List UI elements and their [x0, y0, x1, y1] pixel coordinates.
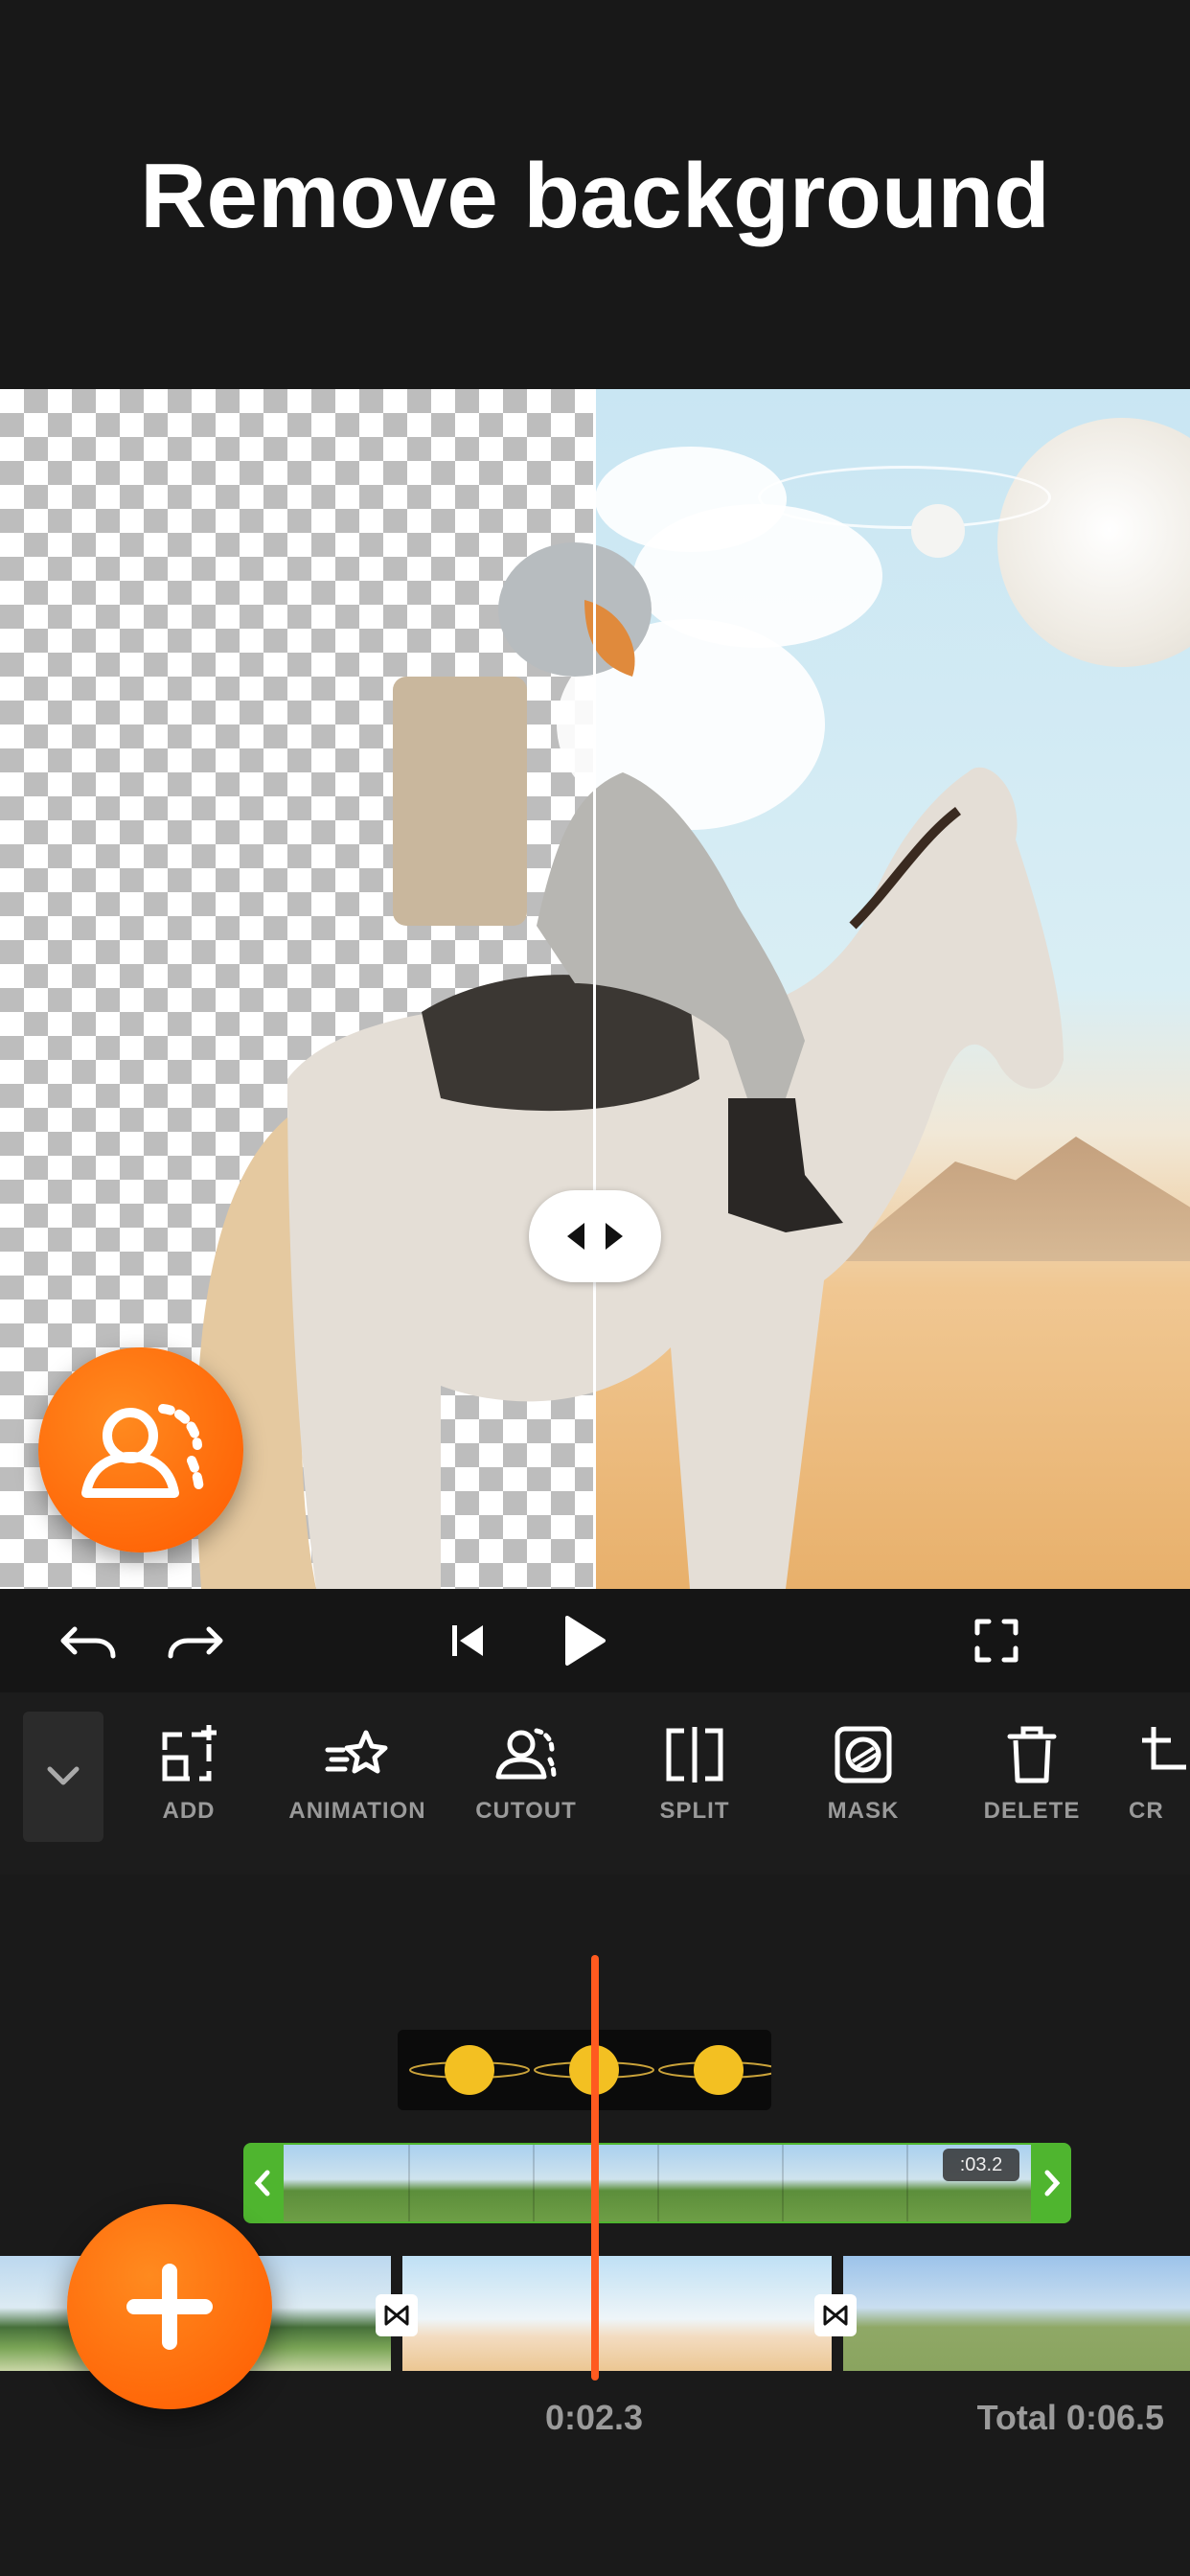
transition-bowtie-icon	[823, 2305, 848, 2326]
chevron-down-icon	[47, 1766, 80, 1785]
playback-bar	[0, 1589, 1190, 1692]
redo-button[interactable]	[157, 1612, 234, 1669]
tool-animation[interactable]: ANIMATION	[286, 1723, 429, 1825]
chevron-right-icon	[1044, 2170, 1061, 2196]
tool-label: SPLIT	[659, 1798, 730, 1824]
edit-toolbar: ADD ANIMATION CUTOUT SPLIT MASK DELETE C…	[0, 1692, 1190, 1874]
tool-label: CUTOUT	[475, 1798, 577, 1824]
undo-icon	[60, 1626, 116, 1659]
planet-sticker-thumbnails	[409, 2045, 779, 2095]
fullscreen-icon	[974, 1619, 1018, 1663]
compare-slider-handle[interactable]	[529, 1190, 661, 1282]
tool-cutout[interactable]: CUTOUT	[454, 1723, 598, 1825]
tool-label: ANIMATION	[288, 1798, 426, 1824]
tool-label: MASK	[827, 1798, 900, 1824]
tool-label: DELETE	[983, 1798, 1081, 1824]
total-duration: Total 0:06.5	[976, 2398, 1164, 2437]
arrow-left-right-icon	[567, 1223, 623, 1250]
play-button[interactable]	[544, 1608, 621, 1673]
animation-star-icon	[325, 1730, 388, 1774]
tool-mask[interactable]: MASK	[791, 1723, 935, 1825]
add-media-button[interactable]	[67, 2204, 272, 2409]
main-clip-segment[interactable]	[843, 2256, 1190, 2371]
page-title: Remove background	[140, 145, 1050, 247]
current-time: 0:02.3	[544, 2398, 644, 2437]
skip-to-start-button[interactable]	[433, 1612, 502, 1669]
cutout-person-icon	[81, 1404, 204, 1498]
plus-icon	[126, 2264, 213, 2350]
tool-add[interactable]: ADD	[117, 1723, 261, 1825]
collapse-toolbar-button[interactable]	[23, 1712, 103, 1842]
add-icon	[162, 1725, 217, 1782]
tool-delete[interactable]: DELETE	[960, 1723, 1104, 1825]
mask-icon	[835, 1726, 892, 1783]
cutout-person-icon	[495, 1728, 557, 1780]
playhead[interactable]	[591, 1955, 599, 2380]
compare-divider[interactable]	[593, 389, 596, 1589]
clip-duration-badge: :03.2	[943, 2149, 1019, 2181]
transition-button[interactable]	[376, 2294, 418, 2336]
undo-button[interactable]	[50, 1612, 126, 1669]
play-icon	[565, 1616, 606, 1666]
tool-label: ADD	[162, 1798, 216, 1824]
transition-button[interactable]	[814, 2294, 857, 2336]
fullscreen-button[interactable]	[958, 1612, 1035, 1669]
chevron-left-icon	[254, 2170, 270, 2196]
crop-icon	[1142, 1727, 1186, 1770]
skip-back-icon	[452, 1625, 483, 1656]
tool-label: CR	[1129, 1798, 1164, 1824]
main-clip-segment[interactable]	[402, 2256, 832, 2371]
tool-crop[interactable]: CR	[1129, 1723, 1190, 1825]
transition-bowtie-icon	[384, 2305, 409, 2326]
video-preview[interactable]	[0, 389, 1190, 1589]
sticker-track[interactable]	[398, 2030, 779, 2110]
redo-icon	[168, 1626, 223, 1659]
clip-thumbnails	[284, 2145, 1031, 2221]
trash-icon	[1007, 1726, 1057, 1783]
trim-handle-right[interactable]	[1031, 2143, 1071, 2223]
tool-split[interactable]: SPLIT	[623, 1723, 767, 1825]
cutout-fab-button[interactable]	[38, 1347, 243, 1552]
split-icon	[666, 1727, 723, 1782]
